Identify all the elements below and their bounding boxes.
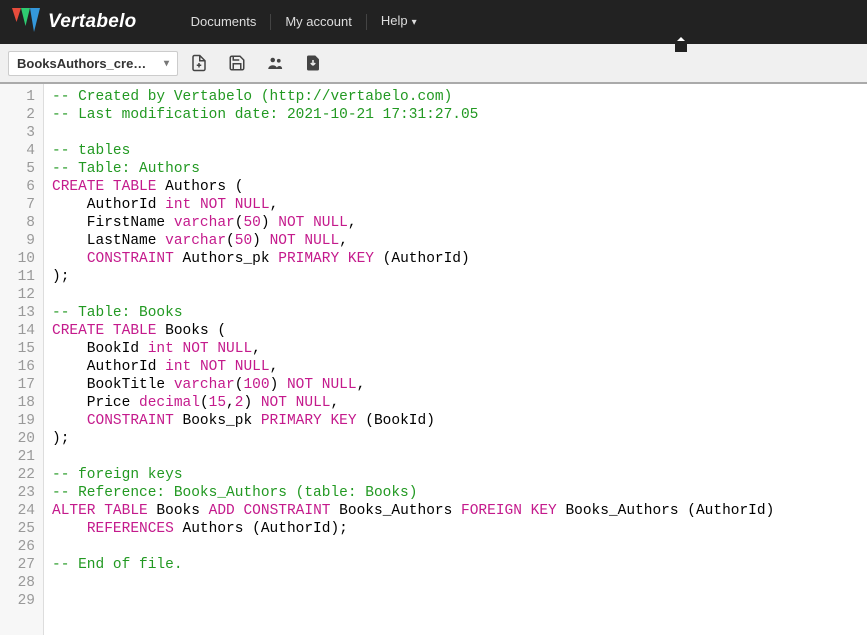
line-number: 4 bbox=[4, 142, 35, 160]
line-number: 21 bbox=[4, 448, 35, 466]
share-button[interactable] bbox=[258, 46, 292, 80]
code-line[interactable]: -- End of file. bbox=[52, 556, 859, 574]
code-line[interactable] bbox=[52, 592, 859, 610]
code-line[interactable]: Price decimal(15,2) NOT NULL, bbox=[52, 394, 859, 412]
code-line[interactable]: -- Table: Authors bbox=[52, 160, 859, 178]
nav-myaccount[interactable]: My account bbox=[271, 14, 366, 30]
file-plus-icon bbox=[190, 54, 208, 72]
line-number: 15 bbox=[4, 340, 35, 358]
code-line[interactable]: BookTitle varchar(100) NOT NULL, bbox=[52, 376, 859, 394]
line-number: 9 bbox=[4, 232, 35, 250]
code-line[interactable]: CONSTRAINT Authors_pk PRIMARY KEY (Autho… bbox=[52, 250, 859, 268]
code-line[interactable]: ALTER TABLE Books ADD CONSTRAINT Books_A… bbox=[52, 502, 859, 520]
code-line[interactable]: LastName varchar(50) NOT NULL, bbox=[52, 232, 859, 250]
nav-help[interactable]: Help ▾ bbox=[367, 13, 431, 31]
code-line[interactable] bbox=[52, 286, 859, 304]
code-line[interactable] bbox=[52, 124, 859, 142]
line-number: 5 bbox=[4, 160, 35, 178]
line-number: 18 bbox=[4, 394, 35, 412]
code-line[interactable]: ); bbox=[52, 268, 859, 286]
save-button[interactable] bbox=[220, 46, 254, 80]
nav-links: Documents My account Help ▾ bbox=[177, 13, 431, 31]
line-number: 16 bbox=[4, 358, 35, 376]
code-line[interactable]: CONSTRAINT Books_pk PRIMARY KEY (BookId) bbox=[52, 412, 859, 430]
code-line[interactable]: ); bbox=[52, 430, 859, 448]
line-number: 7 bbox=[4, 196, 35, 214]
line-number: 28 bbox=[4, 574, 35, 592]
code-line[interactable]: AuthorId int NOT NULL, bbox=[52, 196, 859, 214]
code-editor[interactable]: 1234567891011121314151617181920212223242… bbox=[0, 84, 867, 635]
line-number: 22 bbox=[4, 466, 35, 484]
code-line[interactable] bbox=[52, 448, 859, 466]
line-number: 27 bbox=[4, 556, 35, 574]
line-number: 23 bbox=[4, 484, 35, 502]
line-number: 14 bbox=[4, 322, 35, 340]
navbar: Vertabelo Documents My account Help ▾ bbox=[0, 0, 867, 44]
file-download-icon bbox=[304, 54, 322, 72]
chevron-down-icon: ▾ bbox=[412, 17, 417, 28]
save-icon bbox=[228, 54, 246, 72]
toolbar: BooksAuthors_cre… ▾ bbox=[0, 44, 867, 84]
nav-documents[interactable]: Documents bbox=[177, 14, 272, 30]
code-line[interactable]: REFERENCES Authors (AuthorId); bbox=[52, 520, 859, 538]
code-line[interactable]: -- tables bbox=[52, 142, 859, 160]
new-document-button[interactable] bbox=[182, 46, 216, 80]
code-line[interactable]: FirstName varchar(50) NOT NULL, bbox=[52, 214, 859, 232]
logo-icon bbox=[12, 8, 40, 36]
line-number: 17 bbox=[4, 376, 35, 394]
line-number: 1 bbox=[4, 88, 35, 106]
users-icon bbox=[266, 54, 284, 72]
line-number: 12 bbox=[4, 286, 35, 304]
line-number: 19 bbox=[4, 412, 35, 430]
code-line[interactable] bbox=[52, 538, 859, 556]
line-number: 24 bbox=[4, 502, 35, 520]
code-line[interactable]: AuthorId int NOT NULL, bbox=[52, 358, 859, 376]
chevron-down-icon: ▾ bbox=[164, 58, 169, 69]
line-gutter: 1234567891011121314151617181920212223242… bbox=[0, 84, 44, 635]
document-name: BooksAuthors_cre… bbox=[17, 56, 160, 71]
download-button[interactable] bbox=[296, 46, 330, 80]
line-number: 11 bbox=[4, 268, 35, 286]
code-line[interactable]: -- Created by Vertabelo (http://vertabel… bbox=[52, 88, 859, 106]
line-number: 8 bbox=[4, 214, 35, 232]
code-line[interactable]: CREATE TABLE Books ( bbox=[52, 322, 859, 340]
nav-help-label: Help bbox=[381, 13, 408, 28]
code-line[interactable]: BookId int NOT NULL, bbox=[52, 340, 859, 358]
line-number: 10 bbox=[4, 250, 35, 268]
code-line[interactable]: CREATE TABLE Authors ( bbox=[52, 178, 859, 196]
line-number: 13 bbox=[4, 304, 35, 322]
brand-name: Vertabelo bbox=[48, 11, 137, 33]
pin-marker bbox=[675, 40, 687, 52]
code-line[interactable]: -- Last modification date: 2021-10-21 17… bbox=[52, 106, 859, 124]
line-number: 6 bbox=[4, 178, 35, 196]
line-number: 20 bbox=[4, 430, 35, 448]
line-number: 25 bbox=[4, 520, 35, 538]
line-number: 26 bbox=[4, 538, 35, 556]
document-selector[interactable]: BooksAuthors_cre… ▾ bbox=[8, 51, 178, 76]
line-number: 3 bbox=[4, 124, 35, 142]
logo[interactable]: Vertabelo bbox=[12, 8, 137, 36]
code-line[interactable]: -- Table: Books bbox=[52, 304, 859, 322]
code-line[interactable]: -- foreign keys bbox=[52, 466, 859, 484]
code-area[interactable]: -- Created by Vertabelo (http://vertabel… bbox=[44, 84, 867, 635]
line-number: 29 bbox=[4, 592, 35, 610]
code-line[interactable]: -- Reference: Books_Authors (table: Book… bbox=[52, 484, 859, 502]
line-number: 2 bbox=[4, 106, 35, 124]
code-line[interactable] bbox=[52, 574, 859, 592]
